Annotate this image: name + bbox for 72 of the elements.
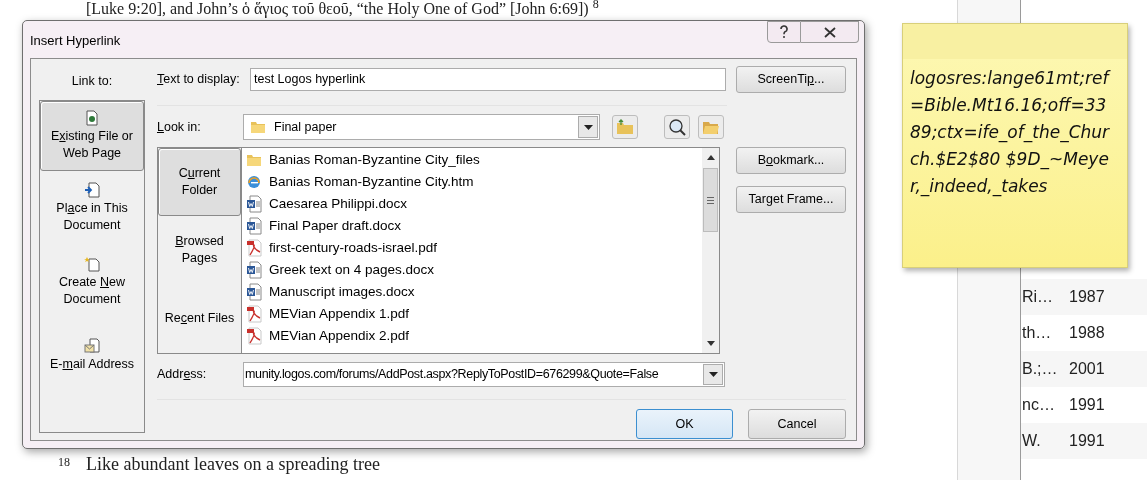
file-item[interactable]: Greek text on 4 pages.docx (242, 259, 702, 281)
help-icon (779, 25, 789, 39)
look-in-label: Look in: (157, 118, 202, 136)
table-cell-text: th… (1021, 323, 1053, 343)
document-icon (246, 195, 262, 213)
dropdown-arrow-icon (708, 371, 718, 377)
globe-search-icon (668, 118, 686, 136)
pdf-icon (246, 239, 262, 257)
table-cell-text: 1991 (1069, 431, 1105, 451)
file-item[interactable]: MEVian Appendix 2.pdf (242, 325, 702, 347)
file-item[interactable]: MEVian Appendix 1.pdf (242, 303, 702, 325)
document-text: Like abundant leaves on a spreading tree (86, 453, 380, 476)
source-tab[interactable]: Browsed Pages (158, 216, 241, 284)
pdf-icon (246, 305, 262, 323)
note-text: logosres:lange61mt;ref=Bible.Mt16.16;off=3389;ctx=ife_of_the_Church.$E2$80 $9D_~Meyer,_indeed,_takes (909, 67, 1112, 199)
text-to-display-label: Text to display: (157, 70, 241, 88)
document-icon (85, 109, 99, 126)
table-cell-text: B.;… (1021, 359, 1059, 379)
browse-web-button[interactable] (664, 115, 690, 139)
document-arrow-icon (84, 181, 100, 198)
file-item[interactable]: Final Paper draft.docx (242, 215, 702, 237)
folder-up-icon (616, 119, 634, 135)
ok-button[interactable]: OK (636, 409, 733, 439)
source-tab[interactable]: Current Folder (158, 148, 241, 216)
file-item[interactable]: Manuscript images.docx (242, 281, 702, 303)
scroll-down-icon (706, 341, 715, 346)
table-cell-text: 1987 (1069, 287, 1105, 307)
grip-icon (707, 196, 714, 204)
new-document-icon (84, 255, 100, 272)
scrollbar-thumb[interactable] (703, 168, 718, 232)
text-to-display-field[interactable]: test Logos hyperlink (250, 67, 726, 91)
bookmark-button[interactable]: Bookmark... (736, 147, 846, 174)
table-cell-text: 1991 (1069, 395, 1105, 415)
folder-icon (250, 119, 266, 135)
address-label: Address: (157, 365, 208, 383)
link-type-button[interactable]: E-mail Address (40, 318, 144, 393)
file-item[interactable]: Banias Roman-Byzantine City.htm (242, 171, 702, 193)
address-field[interactable]: munity.logos.com/forums/AddPost.aspx?ReplyToPostID=676299&Quote=False (243, 361, 725, 387)
file-item[interactable]: Caesarea Philippi.docx (242, 193, 702, 215)
scrollbar[interactable] (702, 148, 719, 353)
document-icon (246, 283, 262, 301)
table-cell-text: 2001 (1069, 359, 1105, 379)
globe-icon (246, 174, 262, 190)
link-type-button[interactable]: Create New Document (40, 244, 144, 319)
footnote-number: 18 (58, 454, 70, 471)
folder-icon (246, 152, 262, 168)
document-icon (246, 217, 262, 235)
scroll-up-icon (706, 155, 715, 160)
file-item[interactable]: Banias Roman-Byzantine City_files (242, 149, 702, 171)
look-in-dropdown[interactable]: Final paper (243, 114, 600, 140)
document-text: [Luke 9:20], and John’s ὁ ἅγιος τοῦ θεοῦ, “the Holy One of God” [John 6:69]) $^{8}$ (86, 0, 599, 17)
document-icon (246, 261, 262, 279)
pdf-icon (246, 327, 262, 345)
link-to-label: Link to: (70, 73, 114, 90)
table-cell-text: W. (1021, 431, 1042, 451)
table-cell-text: Ri… (1021, 287, 1055, 307)
table-cell-text: 1988 (1069, 323, 1105, 343)
dropdown-arrow-icon (583, 124, 593, 130)
target-frame-button[interactable]: Target Frame... (736, 186, 846, 213)
source-tab[interactable]: Recent Files (158, 284, 241, 352)
envelope-document-icon (84, 338, 100, 355)
link-type-button[interactable]: Place in This Document (40, 170, 144, 245)
close-button[interactable] (801, 21, 859, 43)
close-icon (823, 26, 836, 38)
table-cell-text: nc… (1021, 395, 1056, 415)
open-folder-icon (702, 119, 720, 135)
cancel-button[interactable]: Cancel (748, 409, 846, 439)
help-button[interactable] (767, 21, 801, 43)
file-item[interactable]: first-century-roads-israel.pdf (242, 237, 702, 259)
link-type-button[interactable]: Existing File or Web Page (40, 100, 144, 171)
screentip-button[interactable]: ScreenTip... (736, 65, 846, 93)
window-title: Insert Hyperlink (30, 32, 121, 50)
